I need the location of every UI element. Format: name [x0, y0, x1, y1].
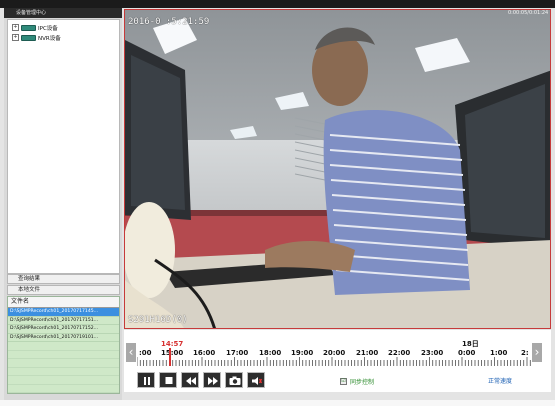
hour-label: :00: [139, 349, 152, 357]
hour-label: 15:00: [161, 349, 184, 357]
tree-item-ipc[interactable]: + IPC设备: [12, 23, 58, 32]
tab-query-results[interactable]: 查询结果: [7, 274, 120, 284]
audio-button[interactable]: [247, 372, 265, 388]
sync-control[interactable]: ☑ 同步控制: [340, 377, 374, 386]
empty-row: [8, 359, 119, 368]
hour-label: 20:00: [323, 349, 346, 357]
sync-checkbox[interactable]: ☑: [340, 378, 347, 385]
timeline-prev-button[interactable]: ‹: [126, 343, 136, 362]
hour-label: 21:00: [356, 349, 379, 357]
hour-label: 17:00: [226, 349, 249, 357]
file-row[interactable]: D:\SJSMPRecord\ch01_20170717151...: [8, 317, 119, 325]
tree-item-label: NVR设备: [38, 35, 61, 42]
camera-icon: [229, 376, 241, 385]
expand-icon[interactable]: +: [12, 34, 19, 41]
hour-label: 0:00: [458, 349, 476, 357]
pause-icon: [144, 377, 150, 385]
timeline-next-button[interactable]: ›: [532, 343, 542, 362]
osd-camera-id: S291H16D(0): [128, 315, 188, 325]
playback-app: 设备管理中心 + IPC设备 + NVR设备 查询结果 本地文件 文件名 D:\…: [0, 0, 555, 406]
timeline-ticks[interactable]: [137, 357, 531, 366]
tree-item-label: IPC设备: [38, 25, 58, 32]
fast-forward-button[interactable]: [203, 372, 221, 388]
empty-row: [8, 376, 119, 385]
hour-label: 16:00: [193, 349, 216, 357]
empty-row: [8, 368, 119, 376]
rewind-button[interactable]: [181, 372, 199, 388]
stop-icon: [165, 377, 173, 384]
file-list: 文件名 D:\SJSMPRecord\ch01_20170717145... D…: [7, 296, 120, 394]
osd-date: 2016-0 :5:21:59: [128, 17, 210, 27]
left-panel: 设备管理中心 + IPC设备 + NVR设备 查询结果 本地文件 文件名 D:\…: [4, 8, 122, 400]
speaker-icon: [252, 377, 263, 385]
empty-row: [8, 351, 119, 359]
empty-row: [8, 393, 119, 394]
file-row[interactable]: D:\SJSMPRecord\ch01_20170719101...: [8, 334, 119, 342]
pause-button[interactable]: [137, 372, 155, 388]
hour-label: 22:00: [388, 349, 411, 357]
speed-selector[interactable]: 正常速度: [488, 376, 512, 385]
day-marker: 18日: [462, 340, 479, 348]
hour-label: 18:00: [259, 349, 282, 357]
empty-row: [8, 342, 119, 351]
sync-label: 同步控制: [350, 379, 375, 386]
device-icon: [21, 34, 36, 41]
hour-label: 19:00: [291, 349, 314, 357]
stop-button[interactable]: [159, 372, 177, 388]
hour-label: 2:: [521, 349, 529, 357]
hour-label: 23:00: [421, 349, 444, 357]
file-row[interactable]: D:\SJSMPRecord\ch01_20170717152...: [8, 325, 119, 334]
device-manager-title: 设备管理中心: [4, 8, 122, 18]
current-time-label: 14:57: [161, 340, 184, 348]
fast-forward-icon: [208, 377, 218, 385]
timeline-cursor[interactable]: [169, 348, 171, 366]
snapshot-button[interactable]: [225, 372, 243, 388]
hour-label: 1:00: [490, 349, 508, 357]
device-tree: + IPC设备 + NVR设备: [7, 19, 120, 274]
file-list-header[interactable]: 文件名: [8, 297, 119, 308]
expand-icon[interactable]: +: [12, 24, 19, 31]
video-frame[interactable]: 2016-0 :5:21:59 S291H16D(0): [124, 9, 551, 329]
rewind-icon: [186, 377, 196, 385]
window-bottom-edge: [0, 400, 555, 406]
tree-item-nvr[interactable]: + NVR设备: [12, 33, 61, 42]
window-top-bar: [0, 0, 555, 8]
file-row[interactable]: D:\SJSMPRecord\ch01_20170717145...: [8, 308, 119, 317]
playback-time: 0:00:05/0:01:24: [508, 10, 549, 16]
tab-local-files[interactable]: 本地文件: [7, 285, 120, 295]
device-icon: [21, 24, 36, 31]
video-scene: [125, 10, 550, 328]
empty-row: [8, 385, 119, 393]
